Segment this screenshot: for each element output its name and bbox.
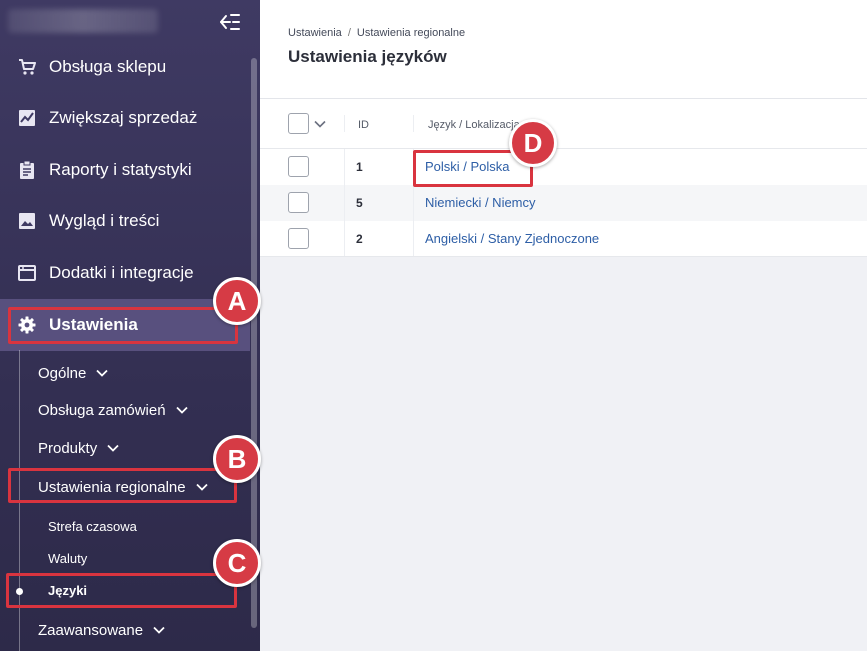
clipboard-icon [20,161,34,179]
chart-line-icon [19,110,35,126]
column-divider [344,115,345,132]
column-divider [344,149,345,185]
submenu-item-regional-settings[interactable]: Ustawienia regionalne [38,475,208,499]
menu-item-label: Obsługa sklepu [49,57,167,76]
menu-item-reports[interactable]: Raporty i statystyki [0,144,250,196]
language-link[interactable]: Polski / Polska [425,149,510,185]
image-icon [19,213,35,229]
submenu-item-general[interactable]: Ogólne [38,361,109,385]
menu-item-label: Zwiększaj sprzedaż [49,108,198,127]
submenu-item-label: Obsługa zamówień [38,401,166,419]
language-link[interactable]: Angielski / Stany Zjednoczone [425,221,599,257]
collapse-sidebar-icon[interactable] [218,12,240,32]
language-link[interactable]: Niemiecki / Niemcy [425,185,536,221]
submenu-guide-line [19,350,20,651]
menu-item-label: Raporty i statystyki [49,160,192,179]
table-row: 1 Polski / Polska [260,149,867,185]
cell-id: 2 [356,232,363,246]
languages-table: ID Język / Lokalizacja 1 Polski / Polska… [260,98,867,257]
select-all-checkbox[interactable] [288,113,309,134]
breadcrumb: Ustawienia / Ustawienia regionalne [288,27,465,39]
submenu-item-timezone[interactable]: Strefa czasowa [48,516,137,538]
submenu-item-currencies[interactable]: Waluty [48,548,87,570]
breadcrumb-item-regional-settings[interactable]: Ustawienia regionalne [357,27,465,39]
menu-item-label: Dodatki i integracje [49,263,194,282]
column-divider [413,115,414,132]
chevron-down-icon[interactable] [314,120,326,128]
chevron-down-icon [96,369,109,377]
column-divider [413,221,414,256]
chevron-down-icon [153,626,165,634]
sidebar-scrollbar[interactable] [251,58,257,628]
cell-id: 5 [356,196,363,210]
main-content: Ustawienia / Ustawienia regionalne Ustawie… [260,0,867,651]
page-title: Ustawienia języków [288,47,447,66]
column-divider [344,221,345,256]
submenu-item-label: Ogólne [38,364,87,382]
annotation-badge-a: A [213,277,261,325]
submenu-item-label: Zaawansowane [38,621,144,639]
annotation-badge-d: D [509,119,557,167]
submenu-item-label: Produkty [38,439,98,457]
table-row: 5 Niemiecki / Niemcy [260,185,867,221]
column-header-id[interactable]: ID [358,119,369,131]
submenu-item-products[interactable]: Produkty [38,436,119,460]
annotation-badge-c: C [213,539,261,587]
cell-id: 1 [356,160,363,174]
row-checkbox[interactable] [288,228,309,249]
submenu-item-label: Ustawienia regionalne [38,478,186,496]
submenu-item-languages[interactable]: Języki [48,580,87,602]
table-header: ID Język / Lokalizacja [260,99,867,149]
chevron-down-icon [195,483,208,491]
breadcrumb-separator: / [347,27,351,39]
row-checkbox[interactable] [288,192,309,213]
menu-item-label: Ustawienia [49,315,138,334]
menu-item-addons[interactable]: Dodatki i integracje [0,247,250,299]
column-divider [413,185,414,221]
cart-icon [19,59,36,75]
gear-icon [18,316,36,334]
chevron-down-icon [107,444,119,452]
row-checkbox[interactable] [288,156,309,177]
menu-item-settings[interactable]: Ustawienia [0,299,250,351]
column-divider [344,185,345,221]
menu-item-appearance[interactable]: Wygląd i treści [0,195,250,247]
column-header-language[interactable]: Język / Lokalizacja [428,119,520,131]
store-logo-blurred [8,9,158,33]
window-icon [18,265,36,281]
sidebar-header [0,0,260,44]
active-item-bullet [16,588,23,595]
menu-item-shop-service[interactable]: Obsługa sklepu [0,41,250,93]
column-divider [413,149,414,185]
menu-item-label: Wygląd i treści [49,211,160,230]
menu-item-increase-sales[interactable]: Zwiększaj sprzedaż [0,92,250,144]
annotation-badge-b: B [213,435,261,483]
breadcrumb-item-settings[interactable]: Ustawienia [288,27,342,39]
page-header: Ustawienia / Ustawienia regionalne Ustawie… [260,0,867,98]
submenu-item-order-handling[interactable]: Obsługa zamówień [38,398,188,422]
chevron-down-icon [175,406,188,414]
submenu-item-advanced[interactable]: Zaawansowane [38,618,165,642]
table-row: 2 Angielski / Stany Zjednoczone [260,221,867,257]
